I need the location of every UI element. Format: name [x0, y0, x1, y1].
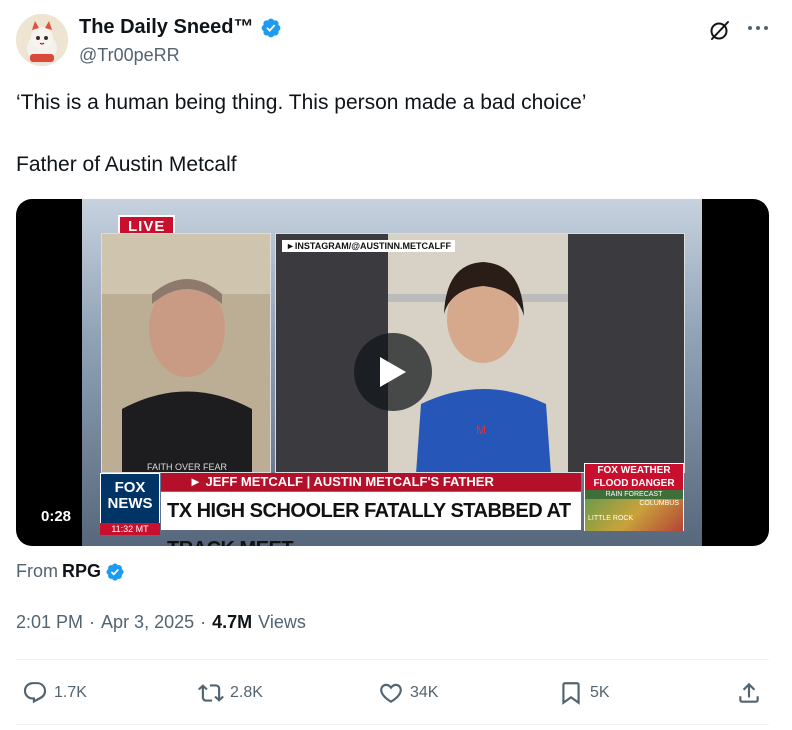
weather-sub: RAIN FORECAST [585, 490, 683, 499]
like-button[interactable]: 34K [378, 680, 438, 706]
tweet-text-line: ‘This is a human being thing. This perso… [16, 91, 587, 114]
news-headline: TX HIGH SCHOOLER FATALLY STABBED AT TRAC… [161, 492, 581, 546]
author-handle[interactable]: @Tr00peRR [79, 45, 180, 66]
tweet-time[interactable]: 2:01 PM [16, 612, 83, 633]
news-lower-third: FOX NEWS 11:32 MT ► JEFF METCALF | AUSTI… [100, 463, 685, 546]
tweet-date[interactable]: Apr 3, 2025 [101, 612, 194, 633]
weather-city: LITTLE ROCK [588, 515, 634, 522]
reply-button[interactable]: 1.7K [22, 680, 87, 706]
video-duration: 0:28 [32, 505, 81, 528]
views-count: 4.7M [212, 612, 253, 632]
source-prefix: From [16, 561, 58, 581]
reply-icon [23, 682, 47, 704]
source-attribution: From RPG [16, 561, 125, 582]
weather-brand: FOX WEATHER [585, 464, 683, 478]
play-button[interactable] [354, 333, 432, 411]
repost-count: 2.8K [230, 684, 263, 701]
repost-button[interactable]: 2.8K [198, 680, 263, 706]
share-icon [739, 682, 759, 703]
fox-news-logo-text: FOX NEWS [107, 479, 153, 512]
divider [16, 724, 769, 725]
source-name[interactable]: RPG [62, 561, 101, 582]
avatar-image [16, 14, 68, 66]
views-label: Views [258, 612, 306, 632]
avatar[interactable] [16, 14, 68, 66]
reply-count: 1.7K [54, 684, 87, 701]
weather-box: FOX WEATHER FLOOD DANGER RAIN FORECAST C… [584, 463, 684, 531]
bookmark-button[interactable]: 5K [558, 680, 610, 706]
tweet-header: The Daily Sneed™ @Tr00peRR [16, 12, 776, 70]
author-display-name[interactable]: The Daily Sneed™ [79, 16, 254, 39]
instagram-tag: ►INSTAGRAM/@AUSTINN.METCALFF [282, 240, 456, 252]
shirt-text: FAITH OVER FEAR [147, 462, 228, 472]
tweet-text: ‘This is a human being thing. This perso… [16, 90, 766, 214]
tweet-text-line: Father of Austin Metcalf [16, 153, 237, 176]
instagram-photo-pane: M ►INSTAGRAM/@AUSTINN.METCALFF [275, 233, 685, 473]
heart-icon [380, 683, 402, 703]
tweet-meta: 2:01 PM · Apr 3, 2025 · 4.7M Views [16, 612, 306, 633]
weather-alert: FLOOD DANGER [585, 478, 683, 490]
meta-separator: · [200, 612, 207, 632]
repost-icon [198, 684, 224, 702]
divider [16, 659, 769, 660]
weather-city: COLUMBUS [639, 500, 679, 507]
bookmark-count: 5K [590, 684, 610, 701]
name-strip: ► JEFF METCALF | AUSTIN METCALF'S FATHER [161, 473, 581, 491]
video-player[interactable]: LIVE FAITH OVER FEAR M ►INSTAGRAM/@AUSTI… [16, 199, 769, 546]
grok-icon[interactable] [708, 18, 732, 42]
author-name-row: The Daily Sneed™ [79, 16, 282, 39]
broadcast-time: 11:32 MT [100, 523, 160, 535]
bookmark-icon [562, 682, 580, 705]
verified-badge-icon [106, 562, 124, 581]
verified-badge-icon[interactable] [260, 17, 282, 39]
play-icon [380, 357, 406, 387]
more-icon[interactable] [744, 14, 772, 42]
share-button[interactable] [736, 680, 762, 706]
action-bar: 1.7K 2.8K 34K 5K [16, 672, 769, 714]
like-count: 34K [410, 684, 439, 701]
svg-text:M: M [476, 423, 486, 437]
meta-separator: · [89, 612, 96, 632]
guest-pane: FAITH OVER FEAR [101, 233, 271, 473]
